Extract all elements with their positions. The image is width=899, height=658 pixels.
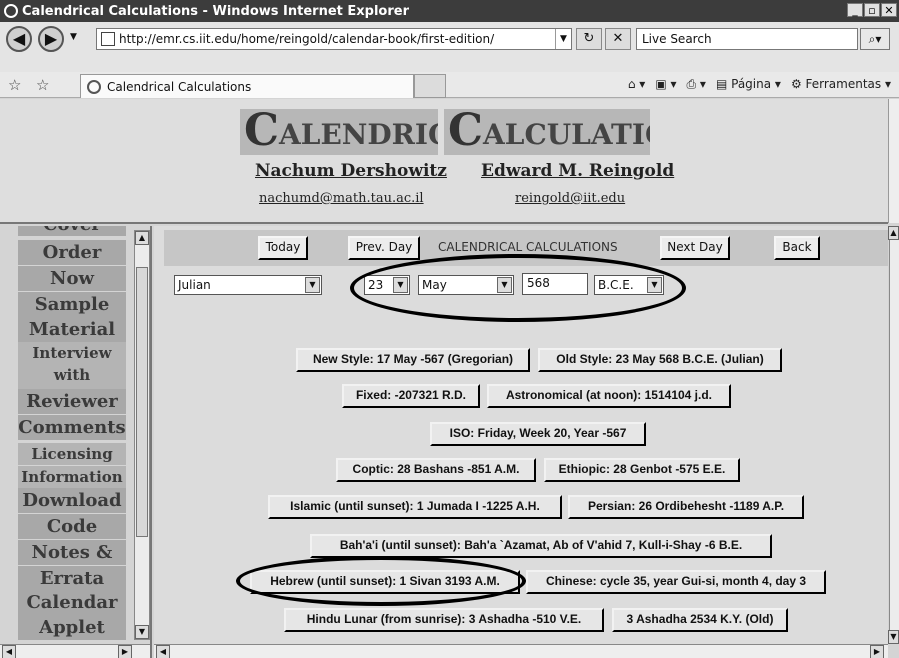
scroll-down-icon[interactable]: ▼ — [888, 630, 899, 644]
page-menu[interactable]: ▤ Página ▾ — [716, 77, 781, 92]
nav-reviewer-comments[interactable]: Comments — [18, 415, 126, 440]
book-logo: CALENDRICAL CALCULATIONS — [240, 109, 654, 155]
nav-cover[interactable]: Cover — [18, 226, 126, 236]
result-hindu-lunar[interactable]: Hindu Lunar (from sunrise): 3 Ashadha -5… — [284, 608, 604, 632]
scroll-left-icon[interactable]: ◀ — [2, 645, 16, 658]
result-ethiopic[interactable]: Ethiopic: 28 Genbot -575 E.E. — [544, 458, 740, 482]
scroll-thumb[interactable] — [136, 267, 148, 537]
history-dropdown-icon[interactable]: ▼ — [70, 32, 77, 42]
url-field[interactable]: http://emr.cs.iit.edu/home/reingold/cale… — [96, 28, 572, 50]
result-astronomical[interactable]: Astronomical (at noon): 1514104 j.d. — [487, 384, 731, 408]
header-scrollbar[interactable] — [888, 99, 899, 223]
window-title: Calendrical Calculations - Windows Inter… — [22, 3, 409, 19]
ie-logo-icon — [4, 4, 18, 18]
feeds-icon[interactable]: ▣ ▾ — [655, 77, 676, 92]
tab-calendrical[interactable]: Calendrical Calculations — [80, 74, 414, 98]
result-new-style[interactable]: New Style: 17 May -567 (Gregorian) — [296, 348, 530, 372]
left-hscrollbar[interactable]: ◀ ▶ — [0, 644, 150, 658]
email-link-dershowitz[interactable]: nachumd@math.tau.ac.il — [259, 191, 424, 206]
scroll-down-icon[interactable]: ▼ — [135, 625, 149, 639]
new-tab-button[interactable] — [414, 74, 446, 98]
main-frame: Today Prev. Day CALENDRICAL CALCULATIONS… — [154, 226, 888, 658]
result-islamic[interactable]: Islamic (until sunset): 1 Jumada I -1225… — [268, 495, 562, 519]
nav-download[interactable]: Download — [18, 488, 126, 513]
nav-errata[interactable]: Errata — [18, 566, 126, 591]
nav-sample[interactable]: Sample — [18, 292, 126, 317]
result-persian[interactable]: Persian: 26 Ordibehesht -1189 A.P. — [568, 495, 804, 519]
author-link-dershowitz[interactable]: Nachum Dershowitz — [255, 161, 447, 181]
tab-title: Calendrical Calculations — [107, 79, 252, 94]
scroll-up-icon[interactable]: ▲ — [135, 231, 149, 245]
add-favorites-icon[interactable]: ☆ — [36, 76, 49, 94]
nav-calendar[interactable]: Calendar — [18, 590, 126, 615]
tab-row: ☆ ☆ Calendrical Calculations ⌂ ▾ ▣ ▾ ⎙ ▾… — [0, 72, 899, 98]
scroll-left-icon[interactable]: ◀ — [156, 645, 170, 658]
close-button[interactable]: ✕ — [881, 3, 897, 17]
main-vscrollbar[interactable]: ▲ ▼ — [888, 226, 899, 644]
nav-licensing[interactable]: Licensing — [18, 443, 126, 465]
page-icon — [101, 32, 115, 46]
url-text: http://emr.cs.iit.edu/home/reingold/cale… — [119, 32, 495, 46]
author-link-reingold[interactable]: Edward M. Reingold — [481, 161, 674, 181]
annotation-oval-hebrew — [236, 556, 526, 606]
refresh-icon[interactable]: ↻ — [576, 28, 602, 50]
back-arrow-icon[interactable]: ◀ — [6, 26, 32, 52]
nav-notes[interactable]: Notes & — [18, 540, 126, 565]
window-title-bar: Calendrical Calculations - Windows Inter… — [0, 0, 899, 22]
header-frame: CALENDRICAL CALCULATIONS Nachum Dershowi… — [0, 99, 888, 224]
left-scrollbar[interactable]: ▲ ▼ — [134, 230, 150, 640]
search-icon[interactable]: ⌕▾ — [860, 28, 890, 50]
nav-licensing-information[interactable]: Information — [18, 466, 126, 488]
chevron-down-icon: ▼ — [305, 277, 320, 293]
result-kali-yuga[interactable]: 3 Ashadha 2534 K.Y. (Old) — [612, 608, 788, 632]
prev-day-button[interactable]: Prev. Day — [348, 236, 420, 260]
result-bahai[interactable]: Bah'a'i (until sunset): Bah'a `Azamat, A… — [310, 534, 772, 558]
favorites-star-icon[interactable]: ☆ — [8, 76, 21, 94]
minimize-button[interactable]: _ — [847, 3, 863, 17]
email-link-reingold[interactable]: reingold@iit.edu — [515, 191, 625, 206]
command-bar: ⌂ ▾ ▣ ▾ ⎙ ▾ ▤ Página ▾ ⚙ Ferramentas ▾ — [628, 77, 891, 92]
stop-icon[interactable]: ✕ — [605, 28, 631, 50]
scroll-right-icon[interactable]: ▶ — [870, 645, 884, 658]
nav-download-code[interactable]: Code — [18, 514, 126, 539]
search-input[interactable]: Live Search — [636, 28, 858, 50]
logo-word-calculations: CALCULATIONS — [444, 109, 650, 155]
scroll-right-icon[interactable]: ▶ — [118, 645, 132, 658]
annotation-oval-date — [350, 254, 686, 322]
home-icon[interactable]: ⌂ ▾ — [628, 77, 645, 92]
tools-menu[interactable]: ⚙ Ferramentas ▾ — [791, 77, 891, 92]
nav-sample-material[interactable]: Material — [18, 317, 126, 342]
next-day-button[interactable]: Next Day — [660, 236, 730, 260]
window-controls: _ ▫ ✕ — [847, 3, 897, 17]
result-chinese[interactable]: Chinese: cycle 35, year Gui-si, month 4,… — [526, 570, 826, 594]
print-icon[interactable]: ⎙ ▾ — [687, 77, 706, 92]
nav-order[interactable]: Order — [18, 240, 126, 265]
result-old-style[interactable]: Old Style: 23 May 568 B.C.E. (Julian) — [538, 348, 782, 372]
maximize-button[interactable]: ▫ — [864, 3, 880, 17]
nav-calendar-applet[interactable]: Applet — [18, 615, 126, 640]
result-iso[interactable]: ISO: Friday, Week 20, Year -567 — [430, 422, 646, 446]
nav-order-now[interactable]: Now — [18, 266, 126, 291]
nav-reviewer[interactable]: Reviewer — [18, 389, 126, 414]
left-nav-frame: Cover Order Now Sample Material Intervie… — [0, 226, 152, 658]
back-button[interactable]: Back — [774, 236, 820, 260]
calendar-select[interactable]: Julian ▼ — [174, 275, 322, 295]
result-fixed[interactable]: Fixed: -207321 R.D. — [342, 384, 480, 408]
today-button[interactable]: Today — [258, 236, 308, 260]
main-hscrollbar[interactable]: ◀ ▶ — [154, 644, 888, 658]
ie-tab-icon — [87, 79, 101, 94]
result-coptic[interactable]: Coptic: 28 Bashans -851 A.M. — [336, 458, 536, 482]
page-title: CALENDRICAL CALCULATIONS — [438, 240, 618, 254]
chevron-down-icon[interactable]: ▼ — [555, 29, 571, 49]
logo-word-calendrical: CALENDRICAL — [240, 109, 438, 155]
address-toolbar: ◀ ▶ ▼ http://emr.cs.iit.edu/home/reingol… — [0, 22, 899, 72]
nav-interview[interactable]: Interview — [18, 342, 126, 364]
scroll-up-icon[interactable]: ▲ — [888, 226, 899, 240]
forward-arrow-icon[interactable]: ▶ — [38, 26, 64, 52]
